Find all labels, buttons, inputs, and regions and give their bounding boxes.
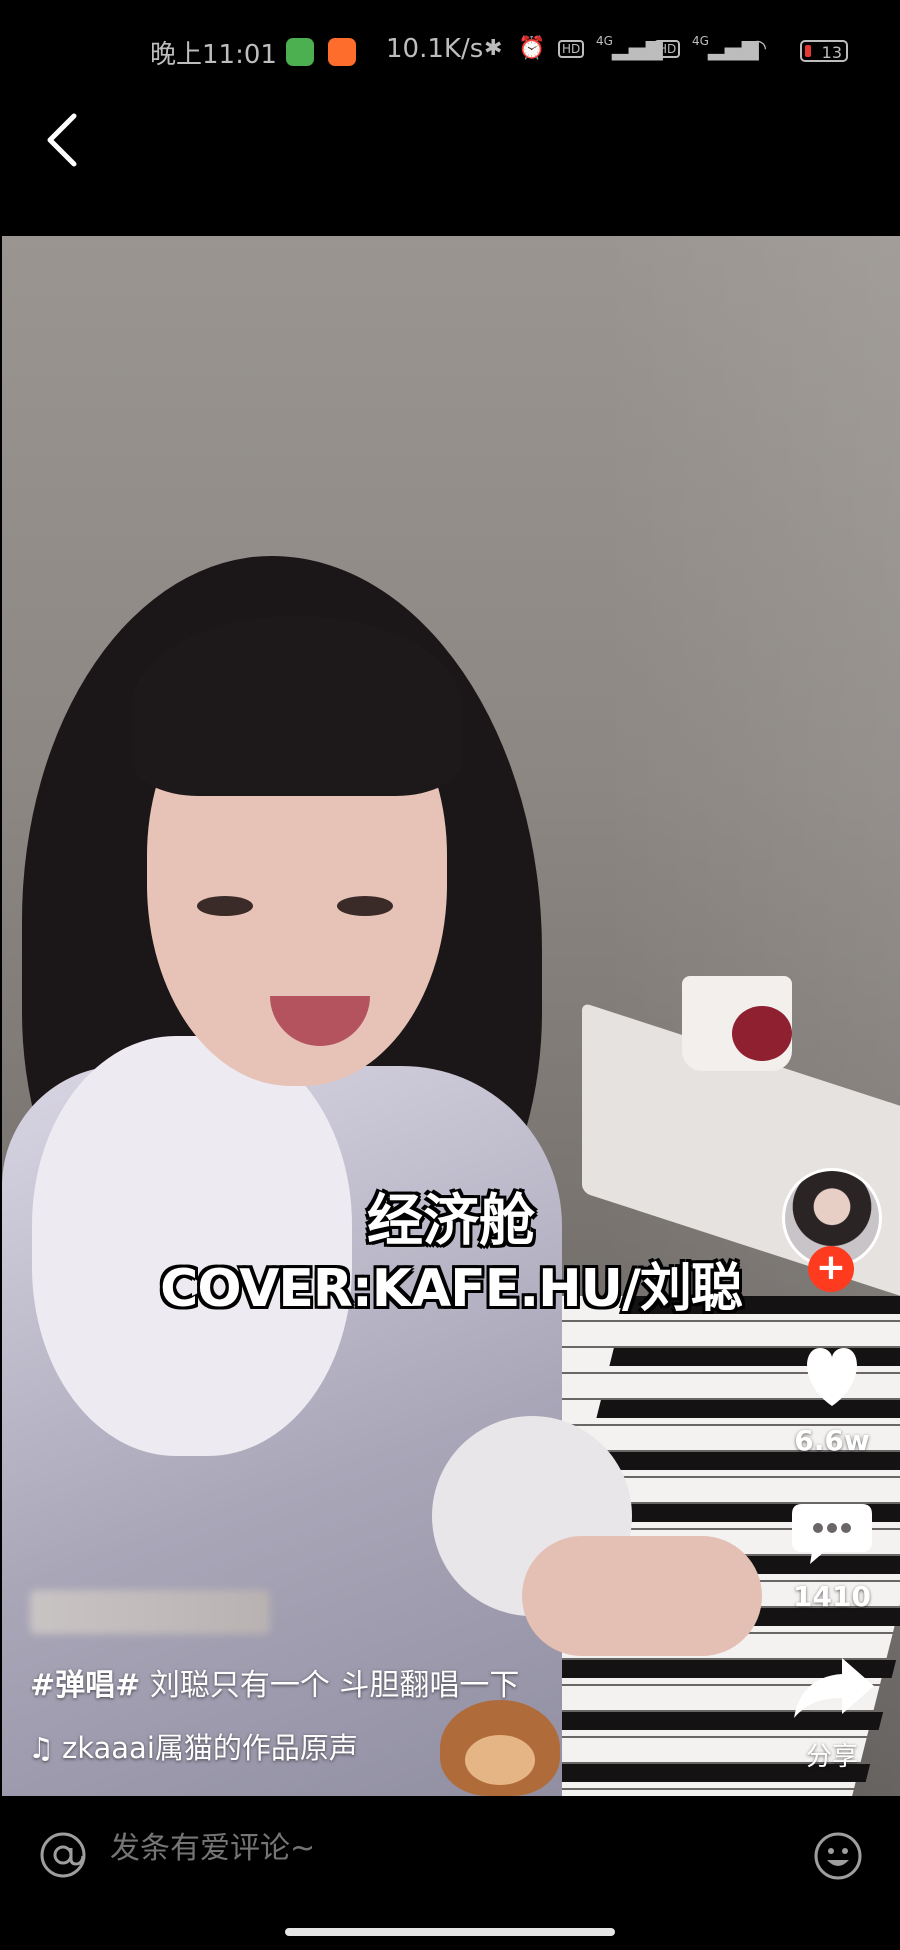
singer-eye (197, 896, 253, 916)
status-bar: 晚上11:01 10.1K/s ✱ ⏰ HD 4G ▂▄▆ HD 4G ▂▄▆ … (0, 0, 900, 100)
comment-bar (0, 1796, 900, 1912)
battery-level: 13 (821, 43, 842, 62)
caption-hashtag[interactable]: #弹唱# (30, 1668, 140, 1703)
bluetooth-icon: ✱ (484, 36, 503, 61)
comment-input[interactable] (108, 1830, 712, 1867)
wifi-icon: ◠ (748, 36, 768, 61)
top-bar (0, 100, 900, 235)
app-icon-orange (328, 38, 356, 66)
sim1-hd-label: HD (558, 40, 585, 58)
comment-bubble-icon[interactable] (780, 1496, 884, 1566)
home-indicator[interactable] (285, 1928, 615, 1936)
singer-eye (337, 896, 393, 916)
share-arrow-icon[interactable] (780, 1652, 884, 1722)
alarm-icon: ⏰ (518, 36, 546, 61)
chevron-left-icon[interactable] (40, 110, 90, 170)
music-title: zkaaai属猫的作品原声 (62, 1731, 358, 1765)
singer-hand (522, 1536, 762, 1656)
music-note-icon: ♫ (28, 1731, 54, 1765)
video-caption: #弹唱# 刘聪只有一个 斗胆翻唱一下 (30, 1660, 519, 1704)
sim2-network-label: 4G (692, 34, 709, 48)
network-speed: 10.1K/s (386, 34, 484, 64)
monkey-emoji-sticker (440, 1700, 560, 1796)
author-name-blurred[interactable] (30, 1590, 270, 1634)
video-overlay-title: 经济舱 (367, 1189, 535, 1254)
at-icon[interactable] (38, 1830, 88, 1880)
follow-button[interactable]: + (808, 1246, 854, 1292)
music-row[interactable]: ♫zkaaai属猫的作品原声 zkaaai (28, 1725, 541, 1767)
cup-logo (732, 1006, 792, 1061)
caption-text: 刘聪只有一个 斗胆翻唱一下 (140, 1668, 520, 1703)
emoji-icon[interactable] (812, 1830, 864, 1882)
share-label: 分享 (805, 1742, 858, 1772)
sim1-network-label: 4G (596, 34, 613, 48)
battery-icon: 13 (800, 40, 848, 62)
like-count: 6.6w (794, 1424, 870, 1457)
status-time: 晚上11:01 (150, 40, 277, 70)
singer-bangs (132, 616, 462, 796)
sim2-hd-label: HD (654, 40, 681, 58)
video-overlay-subtitle: COVER:KAFE.HU/刘聪 (160, 1259, 743, 1319)
plus-icon: + (815, 1247, 847, 1288)
app-icon-green (286, 38, 314, 66)
heart-icon[interactable] (780, 1340, 884, 1410)
comment-count: 1410 (793, 1580, 871, 1613)
video-player[interactable]: 经济舱 COVER:KAFE.HU/刘聪 (2, 236, 900, 1796)
